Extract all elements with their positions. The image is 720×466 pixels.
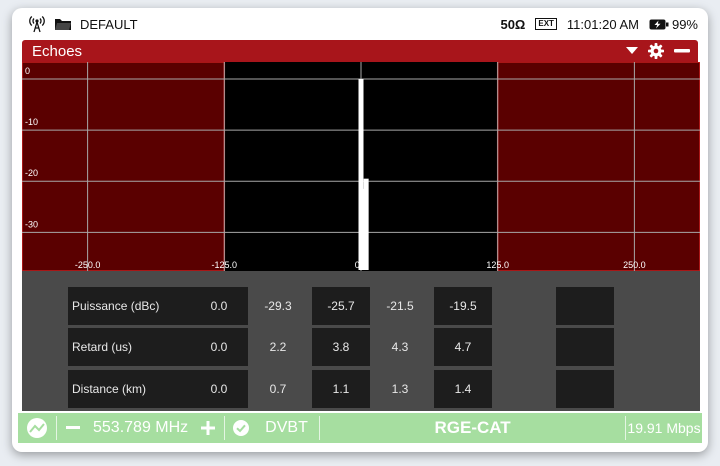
frequency-value[interactable]: 553.789 MHz bbox=[93, 419, 188, 437]
divider bbox=[224, 416, 226, 440]
service-name[interactable]: RGE-CAT bbox=[320, 418, 625, 438]
impedance-indicator: 50Ω bbox=[500, 16, 526, 32]
echo-exclusion-zone bbox=[496, 62, 700, 271]
gear-icon bbox=[648, 43, 664, 59]
table-cell: 3.8 bbox=[312, 328, 370, 366]
table-cell: 2.2 bbox=[269, 340, 287, 354]
table-cell: -19.5 bbox=[434, 287, 492, 325]
y-tick-label: -10 bbox=[25, 117, 38, 127]
table-row-label: Distance (km) bbox=[68, 370, 190, 408]
table-cell: 1.4 bbox=[434, 370, 492, 408]
modulation-label[interactable]: DVBT bbox=[265, 419, 309, 437]
y-tick-label: -20 bbox=[25, 168, 38, 178]
table-cell: 1.3 bbox=[391, 382, 409, 396]
minus-icon bbox=[674, 49, 690, 53]
echo-exclusion-zone bbox=[22, 62, 226, 271]
table-cell: -29.3 bbox=[264, 299, 292, 313]
panel-header: Echoes bbox=[22, 40, 698, 62]
frequency-decrement-button[interactable] bbox=[63, 413, 83, 443]
table-cell: 0.0 bbox=[190, 287, 248, 325]
clock: 11:01:20 AM bbox=[566, 16, 639, 32]
plus-icon bbox=[201, 421, 216, 435]
minimize-button[interactable] bbox=[674, 49, 690, 53]
signal-toggle[interactable] bbox=[18, 413, 56, 443]
bitrate-value: 19.91 Mbps bbox=[627, 420, 701, 436]
profile-name[interactable]: DEFAULT bbox=[80, 17, 138, 32]
bottom-bar: 553.789 MHz DVBT RGE-CAT 19.91 Mbps bbox=[18, 413, 702, 443]
x-tick-label: -250.0 bbox=[75, 260, 101, 270]
lock-check-icon bbox=[233, 420, 250, 436]
table-cell: 1.1 bbox=[312, 370, 370, 408]
table-cell: 0.0 bbox=[190, 328, 248, 366]
table-cell: -21.5 bbox=[386, 299, 414, 313]
battery-level: 99% bbox=[671, 16, 698, 32]
table-cell: 4.3 bbox=[391, 340, 409, 354]
dropdown-button[interactable] bbox=[626, 47, 638, 55]
echoes-table: Puissance (dBc) 0.0 -29.3 -25.7 -21.5 -19.5 Re… bbox=[22, 271, 700, 411]
divider bbox=[56, 416, 57, 440]
panel-title: Echoes bbox=[32, 42, 83, 60]
folder-icon[interactable] bbox=[54, 17, 72, 31]
battery-charging-icon bbox=[649, 19, 669, 30]
table-row-label: Puissance (dBc) bbox=[68, 287, 190, 325]
table-row-label: Retard (us) bbox=[68, 328, 190, 366]
x-tick-label: -125.0 bbox=[212, 260, 238, 270]
table-cell-empty bbox=[556, 370, 614, 408]
x-tick-label: 0.0 bbox=[355, 260, 368, 270]
status-bar: DEFAULT 50Ω EXT 11:01:20 AM 99% bbox=[12, 8, 708, 40]
y-tick-label: -30 bbox=[25, 219, 38, 229]
x-tick-label: 125.0 bbox=[486, 260, 509, 270]
x-tick-label: 250.0 bbox=[623, 260, 646, 270]
device-screen: DEFAULT 50Ω EXT 11:01:20 AM 99% Echoes 0… bbox=[12, 8, 708, 452]
frequency-increment-button[interactable] bbox=[198, 413, 218, 443]
table-cell: 0.0 bbox=[190, 370, 248, 408]
table-cell: 4.7 bbox=[434, 328, 492, 366]
echo-bar bbox=[363, 178, 369, 270]
minus-icon bbox=[66, 426, 80, 430]
echoes-chart: 0 -10 -20 -30 -250.0 -125.0 0.0 125.0 250.0 bbox=[22, 62, 700, 271]
y-tick-label: 0 bbox=[25, 66, 30, 76]
table-cell-empty bbox=[556, 287, 614, 325]
table-cell: -25.7 bbox=[312, 287, 370, 325]
caret-down-icon bbox=[626, 47, 638, 55]
table-cell: 0.7 bbox=[269, 382, 287, 396]
ext-badge: EXT bbox=[535, 18, 557, 30]
table-cell-empty bbox=[556, 328, 614, 366]
echoes-chart-svg: 0 -10 -20 -30 -250.0 -125.0 0.0 125.0 250.0 bbox=[22, 62, 700, 271]
signal-icon bbox=[26, 417, 48, 439]
settings-button[interactable] bbox=[648, 43, 664, 59]
antenna-icon[interactable] bbox=[28, 15, 46, 33]
